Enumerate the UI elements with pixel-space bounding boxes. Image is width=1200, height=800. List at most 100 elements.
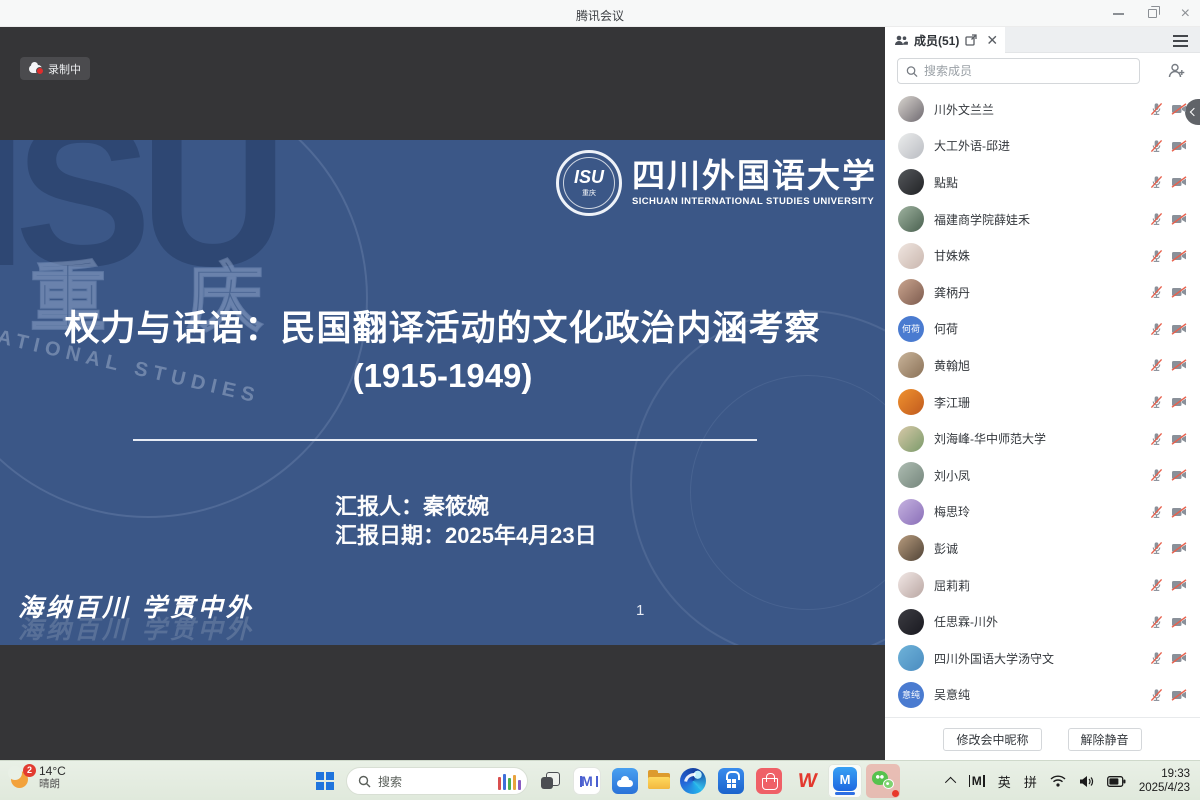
minimize-icon[interactable] [1113, 13, 1124, 15]
university-seal-icon: ISU 重庆 [556, 150, 622, 216]
window-title: 腾讯会议 [0, 7, 1200, 24]
slide-divider [133, 439, 757, 441]
file-explorer-icon[interactable] [646, 768, 672, 794]
member-row[interactable]: 意纯 吴意纯 [885, 677, 1200, 714]
member-row[interactable]: 四川外国语大学汤守文 [885, 640, 1200, 677]
member-name: 龚柄丹 [934, 284, 1140, 301]
recording-badge[interactable]: 录制中 [20, 57, 90, 80]
member-row[interactable]: 甘姝姝 [885, 237, 1200, 274]
popout-icon[interactable] [965, 34, 977, 46]
speaker-icon[interactable] [1079, 775, 1094, 788]
member-avatar [898, 426, 924, 452]
member-row[interactable]: 川外文兰兰 [885, 91, 1200, 128]
member-name: 點點 [934, 174, 1140, 191]
camera-off-icon [1171, 176, 1187, 188]
notification-badge: 2 [23, 764, 36, 777]
member-row[interactable]: 黄翰旭 [885, 347, 1200, 384]
member-avatar [898, 389, 924, 415]
camera-off-icon [1171, 323, 1187, 335]
unmute-button[interactable]: 解除静音 [1068, 728, 1142, 751]
member-search-box[interactable] [897, 58, 1140, 84]
cloud-drive-icon[interactable] [608, 764, 642, 798]
university-name-cn: 四川外国语大学 [632, 159, 877, 194]
members-tab[interactable]: 成员(51) ✕ [885, 27, 1005, 53]
tray-marktext-icon[interactable]: M [969, 774, 985, 788]
change-nickname-button[interactable]: 修改会中昵称 [943, 728, 1041, 751]
edge-browser-icon[interactable] [676, 764, 710, 798]
wps-office-icon[interactable] [790, 764, 824, 798]
member-avatar [898, 243, 924, 269]
mic-muted-icon [1150, 505, 1163, 519]
camera-off-icon [1171, 396, 1187, 408]
add-member-button[interactable] [1160, 58, 1192, 84]
slide-page-number: 1 [636, 602, 644, 619]
battery-icon[interactable] [1107, 776, 1126, 787]
member-row[interactable]: 梅思玲 [885, 494, 1200, 531]
mic-muted-icon [1150, 468, 1163, 482]
member-row[interactable]: 李江珊 [885, 384, 1200, 421]
member-name: 屈莉莉 [934, 577, 1140, 594]
member-avatar [898, 499, 924, 525]
weather-widget[interactable]: 2 14°C 晴朗 [10, 765, 66, 791]
tray-expand-icon[interactable] [945, 777, 956, 788]
mic-muted-icon [1150, 688, 1163, 702]
taskbar: 2 14°C 晴朗 搜索 M 英 拼 19:33 [0, 760, 1200, 800]
member-row[interactable]: 彭诚 [885, 530, 1200, 567]
camera-off-icon [1171, 616, 1187, 628]
member-avatar: 何荷 [898, 316, 924, 342]
camera-off-icon [1171, 103, 1187, 115]
microsoft-store-icon[interactable] [714, 764, 748, 798]
members-tab-label: 成员(51) [914, 32, 959, 49]
member-row[interactable]: 福建商学院薛娃禾 [885, 201, 1200, 238]
mic-muted-icon [1150, 615, 1163, 629]
clock[interactable]: 19:33 2025/4/23 [1139, 767, 1190, 795]
member-avatar [898, 352, 924, 378]
member-row[interactable]: 任思霖-川外 [885, 603, 1200, 640]
search-highlight-icon [498, 773, 522, 790]
huawei-appgallery-icon[interactable] [752, 764, 786, 798]
member-row[interactable]: 龚柄丹 [885, 274, 1200, 311]
wechat-icon[interactable] [866, 764, 900, 798]
search-icon [358, 775, 371, 788]
member-name: 任思霖-川外 [934, 613, 1140, 630]
member-row[interactable]: 何荷 何荷 [885, 311, 1200, 348]
restore-icon[interactable] [1148, 9, 1157, 18]
start-button-icon[interactable] [308, 764, 342, 798]
wechat-notification-dot [892, 790, 899, 797]
close-icon[interactable]: × [1181, 6, 1190, 22]
ime-pinyin-indicator[interactable]: 拼 [1024, 772, 1037, 791]
cloud-record-icon [29, 65, 42, 73]
panel-close-icon[interactable]: ✕ [986, 33, 998, 47]
member-row[interactable]: 點點 [885, 164, 1200, 201]
slide-motto-shadow: 海纳百川 学贯中外 [18, 610, 254, 645]
member-avatar [898, 609, 924, 635]
tencent-meeting-icon[interactable] [828, 764, 862, 798]
member-name: 川外文兰兰 [934, 101, 1140, 118]
panel-footer: 修改会中昵称 解除静音 [885, 717, 1200, 760]
member-avatar [898, 645, 924, 671]
slide-title-line1: 权力与话语：民国翻译活动的文化政治内涵考察 [0, 300, 885, 351]
panel-menu-icon[interactable] [1173, 35, 1188, 37]
mic-muted-icon [1150, 285, 1163, 299]
weather-temp: 14°C [39, 765, 66, 778]
screen-share-region: 录制中 ISU 重 庆 ATIONAL STUDIES ISU 重庆 四川外国语… [0, 27, 885, 760]
mic-muted-icon [1150, 358, 1163, 372]
member-row[interactable]: 刘小凤 [885, 457, 1200, 494]
member-row[interactable]: 大工外语-邱进 [885, 128, 1200, 165]
member-name: 福建商学院薛娃禾 [934, 211, 1140, 228]
camera-off-icon [1171, 359, 1187, 371]
wifi-icon[interactable] [1050, 775, 1066, 787]
moon-weather-icon: 2 [10, 768, 31, 789]
taskbar-search[interactable]: 搜索 [346, 767, 528, 795]
member-search-input[interactable] [924, 64, 1131, 78]
taskbar-search-label: 搜索 [378, 773, 402, 790]
member-row[interactable]: 屈莉莉 [885, 567, 1200, 604]
ime-english-indicator[interactable]: 英 [998, 772, 1011, 791]
marktext-icon[interactable] [570, 764, 604, 798]
member-name: 梅思玲 [934, 503, 1140, 520]
member-row[interactable]: 刘海峰-华中师范大学 [885, 420, 1200, 457]
task-view-icon[interactable] [532, 764, 566, 798]
mic-muted-icon [1150, 102, 1163, 116]
members-panel: 成员(51) ✕ 川外文兰兰 大工外语-邱进 點點 [885, 27, 1200, 760]
mic-muted-icon [1150, 249, 1163, 263]
